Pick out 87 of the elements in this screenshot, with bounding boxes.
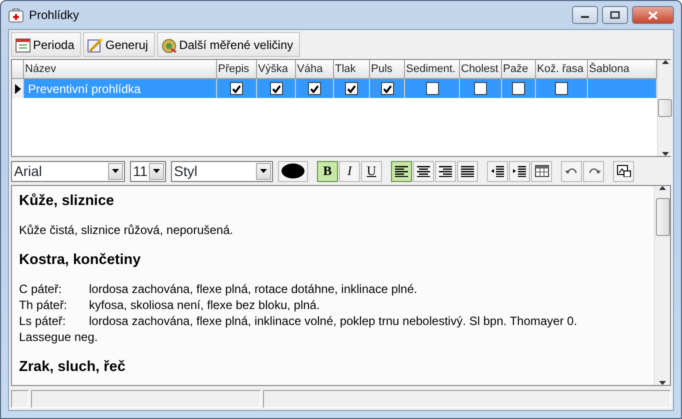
close-icon bbox=[648, 10, 658, 20]
picture-frame-icon bbox=[616, 165, 630, 177]
field-text: kyfosa, skoliosa není, flexe bez bloku, plná. bbox=[89, 298, 320, 312]
field-text: lordosa zachována, flexe plná, inklinace volné, poklep trnu nebolestivý. Sl bpn. Thomayer 0. bbox=[89, 314, 578, 328]
align-right-button[interactable] bbox=[435, 160, 456, 182]
checkbox[interactable] bbox=[426, 82, 438, 95]
column-header[interactable]: Výška bbox=[257, 60, 296, 79]
dropdown-arrow-icon bbox=[260, 169, 267, 173]
first-aid-kit-icon bbox=[8, 7, 24, 23]
column-header[interactable]: Kož. řasa bbox=[536, 60, 588, 79]
toolbar-button[interactable]: Další měřené veličiny bbox=[157, 32, 300, 57]
field-text: lordosa zachována, flexe plná, rotace dotáhne, inklinace plné. bbox=[89, 282, 418, 296]
column-header[interactable]: Puls bbox=[370, 60, 405, 79]
italic-button[interactable]: I bbox=[339, 160, 360, 182]
undo-button[interactable] bbox=[561, 160, 582, 182]
column-header[interactable]: Paže bbox=[502, 60, 536, 79]
align-center-button[interactable] bbox=[413, 160, 434, 182]
check-icon bbox=[382, 84, 392, 92]
justify-button[interactable] bbox=[457, 160, 478, 182]
section-heading: Zrak, sluch, řeč bbox=[19, 358, 126, 376]
column-header[interactable]: Váha bbox=[296, 60, 334, 79]
redo-button[interactable] bbox=[583, 160, 604, 182]
checkbox[interactable] bbox=[380, 82, 394, 95]
font-dropdown[interactable]: Arial bbox=[11, 160, 125, 182]
paragraph: Kůže čistá, sliznice růžová, neporušená. bbox=[19, 222, 234, 238]
minimize-button[interactable] bbox=[572, 6, 598, 24]
table-cell: Preventivní prohlídka bbox=[24, 79, 217, 98]
table-icon bbox=[534, 165, 548, 177]
scroll-up-icon bbox=[662, 60, 668, 64]
check-icon bbox=[347, 84, 356, 92]
scroll-down-icon bbox=[659, 381, 666, 385]
column-header[interactable]: Název bbox=[24, 60, 217, 79]
close-button[interactable] bbox=[632, 6, 674, 24]
align-left-button[interactable] bbox=[391, 160, 412, 182]
check-icon bbox=[310, 84, 319, 92]
field-label: Th páteř: bbox=[19, 297, 68, 313]
gauge-icon bbox=[161, 36, 178, 52]
underline-button[interactable]: U bbox=[361, 160, 382, 182]
check-icon bbox=[232, 84, 241, 92]
dropdown-arrow-icon bbox=[153, 169, 160, 173]
checkbox[interactable] bbox=[308, 82, 321, 95]
checkbox[interactable] bbox=[474, 82, 487, 95]
column-header[interactable]: Šablona bbox=[588, 60, 657, 79]
column-header[interactable]: Tlak bbox=[334, 60, 370, 79]
scroll-up-icon bbox=[659, 186, 666, 190]
outdent-icon bbox=[490, 165, 504, 177]
checkbox[interactable] bbox=[555, 82, 568, 95]
checkbox[interactable] bbox=[270, 82, 282, 95]
window-title: Prohlídky bbox=[29, 7, 80, 24]
scrollbar-thumb[interactable] bbox=[658, 99, 672, 117]
outdent-button[interactable] bbox=[487, 160, 508, 182]
scrollbar-thumb[interactable] bbox=[656, 198, 670, 236]
align-right-icon bbox=[438, 165, 452, 177]
status-panel bbox=[11, 390, 29, 408]
justify-icon bbox=[460, 165, 474, 177]
field-label: C páteř: bbox=[19, 281, 63, 297]
checkbox[interactable] bbox=[345, 82, 358, 95]
toolbar-button[interactable]: Generuj bbox=[83, 32, 156, 57]
toolbar-button[interactable]: Perioda bbox=[11, 32, 82, 57]
bold-button[interactable]: B bbox=[317, 160, 338, 182]
calendar-icon bbox=[15, 36, 31, 52]
check-icon bbox=[272, 84, 280, 92]
maximize-button[interactable] bbox=[602, 6, 628, 24]
grid-corner bbox=[12, 60, 24, 79]
align-left-icon bbox=[394, 165, 408, 177]
table-button[interactable] bbox=[531, 160, 552, 182]
align-center-icon bbox=[416, 165, 430, 177]
style-dropdown[interactable]: Styl bbox=[171, 160, 273, 182]
column-header[interactable]: Přepis bbox=[217, 60, 257, 79]
maximize-icon bbox=[610, 11, 620, 19]
section-heading: Kostra, končetiny bbox=[19, 251, 142, 269]
text-line: Lassegue neg. bbox=[19, 329, 99, 345]
column-header[interactable]: Cholest bbox=[460, 60, 502, 79]
indent-icon bbox=[512, 165, 526, 177]
checkbox[interactable] bbox=[230, 82, 243, 95]
row-pointer-icon bbox=[14, 84, 20, 94]
dropdown-arrow-icon bbox=[112, 169, 119, 173]
field-label: Ls páteř: bbox=[19, 313, 67, 329]
picture-button[interactable] bbox=[613, 160, 634, 182]
scroll-down-icon bbox=[662, 152, 668, 156]
table-cell bbox=[588, 79, 657, 98]
font-size-dropdown[interactable]: 11 bbox=[130, 160, 166, 182]
column-header[interactable]: Sediment. bbox=[405, 60, 460, 79]
section-heading: Kůže, sliznice bbox=[19, 192, 116, 210]
checkbox[interactable] bbox=[512, 82, 525, 95]
indent-button[interactable] bbox=[509, 160, 530, 182]
wand-icon bbox=[87, 36, 104, 52]
